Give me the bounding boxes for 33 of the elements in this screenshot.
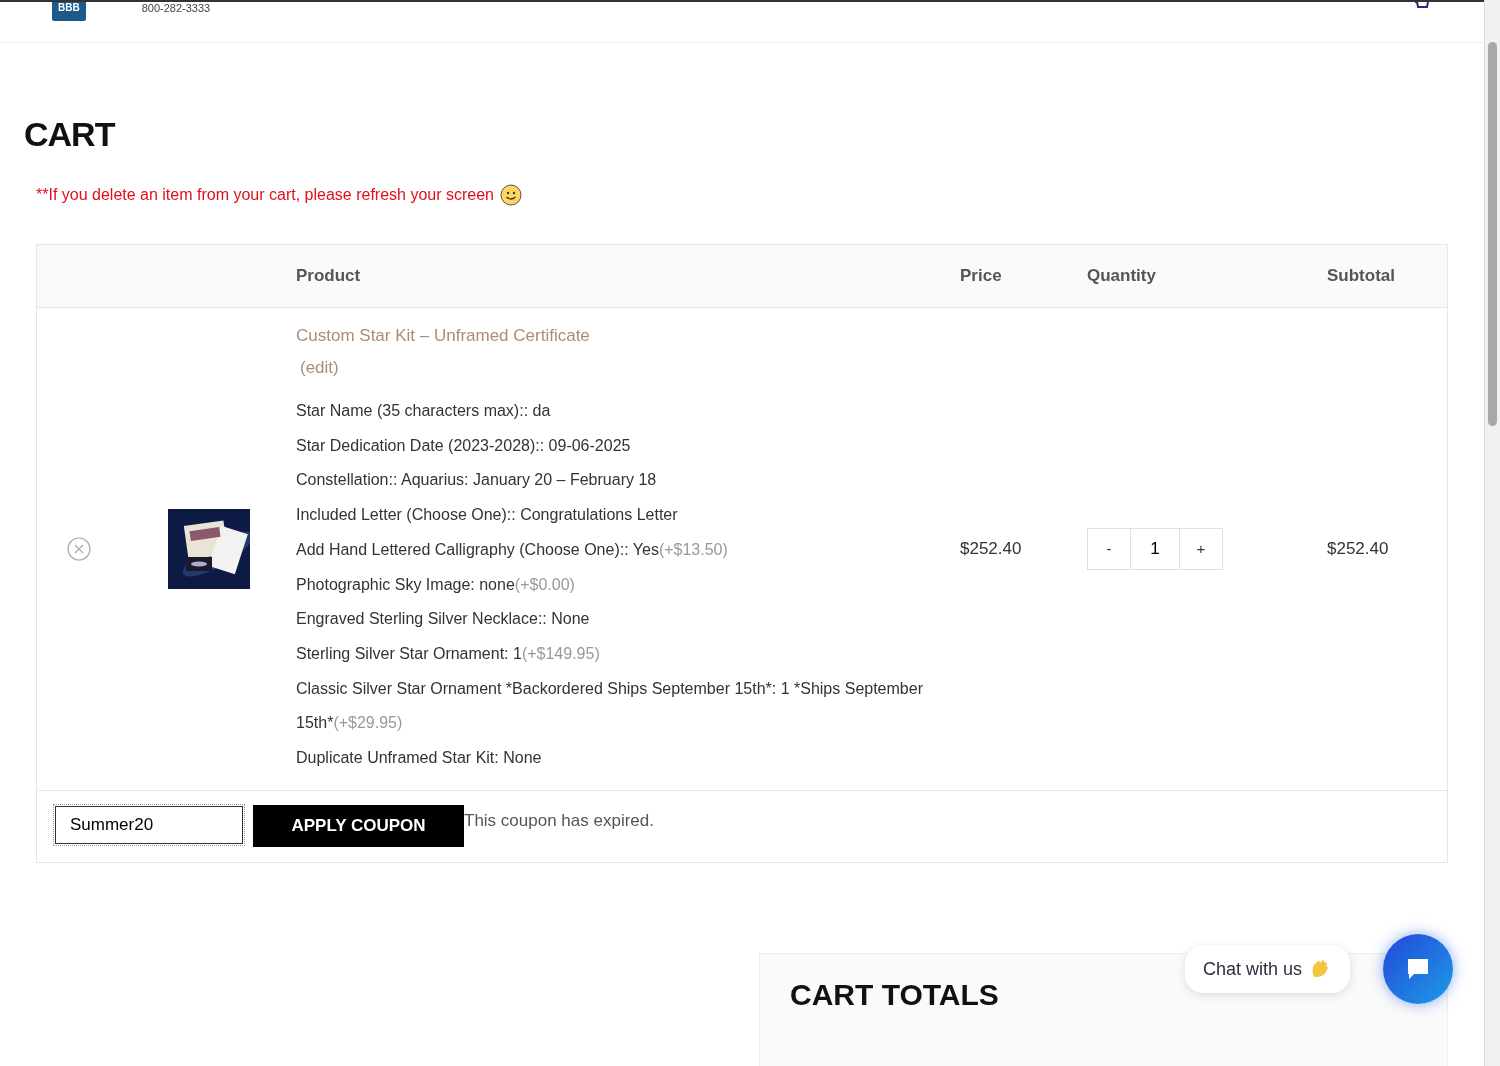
logo[interactable]: BBB (52, 2, 86, 21)
product-option: Engraved Sterling Silver Necklace:: None (296, 602, 590, 637)
column-header: Quantity (1087, 266, 1156, 285)
coupon-field[interactable]: Summer20 (55, 805, 243, 844)
product-option: Classic Silver Star Ornament *Backordered Ships September 15th*: 1 *Ships September 15th*(+$29.95) (296, 671, 960, 742)
product-option: Star Dedication Date (2023-2028):: 09-06-2025 (296, 428, 631, 464)
column-header: Price (960, 266, 1002, 285)
column-header: Product (296, 266, 361, 285)
notice-text: **If you delete an item from your cart, please refresh your screen (36, 186, 494, 204)
cart-icon[interactable] (1414, 2, 1430, 10)
product-option: Photographic Sky Image: none(+$0.00) (296, 567, 575, 603)
column-header: Subtotal (1327, 266, 1395, 285)
product-option: Duplicate Unframed Star Kit: None (296, 741, 542, 776)
product-option: Sterling Silver Star Ornament: 1(+$149.95) (296, 636, 600, 672)
product-option: Included Letter (Choose One):: Congratulations Letter (296, 498, 678, 533)
product-option: Constellation:: Aquarius: January 20 – February 18 (296, 463, 657, 499)
page-title: CART (24, 115, 116, 154)
smiley-icon (500, 184, 522, 206)
increase-button[interactable]: + (1179, 527, 1223, 570)
product-option: Star Name (35 characters max):: da (296, 394, 551, 429)
decrease-button[interactable]: - (1087, 527, 1131, 570)
coupon-message: This coupon has expired. (464, 810, 654, 831)
scrollbar[interactable] (1484, 0, 1500, 1066)
cart-totals-title: CART TOTALS (790, 977, 1000, 1012)
subtotal-text: $252.40 (1327, 538, 1389, 558)
phone-number: 800-282-3333 (141, 2, 211, 14)
price-text: $252.40 (960, 538, 1022, 558)
product-option: Add Hand Lettered Calligraphy (Choose One):: Yes(+$13.50) (296, 532, 728, 568)
chat-prompt[interactable]: Chat with us (1185, 945, 1351, 993)
chat-button[interactable] (1383, 934, 1453, 1004)
quantity-field[interactable]: 1 (1131, 527, 1179, 570)
chat-label[interactable]: Chat with us (1203, 958, 1303, 980)
apply-coupon-button[interactable]: APPLY COUPON (253, 804, 464, 847)
